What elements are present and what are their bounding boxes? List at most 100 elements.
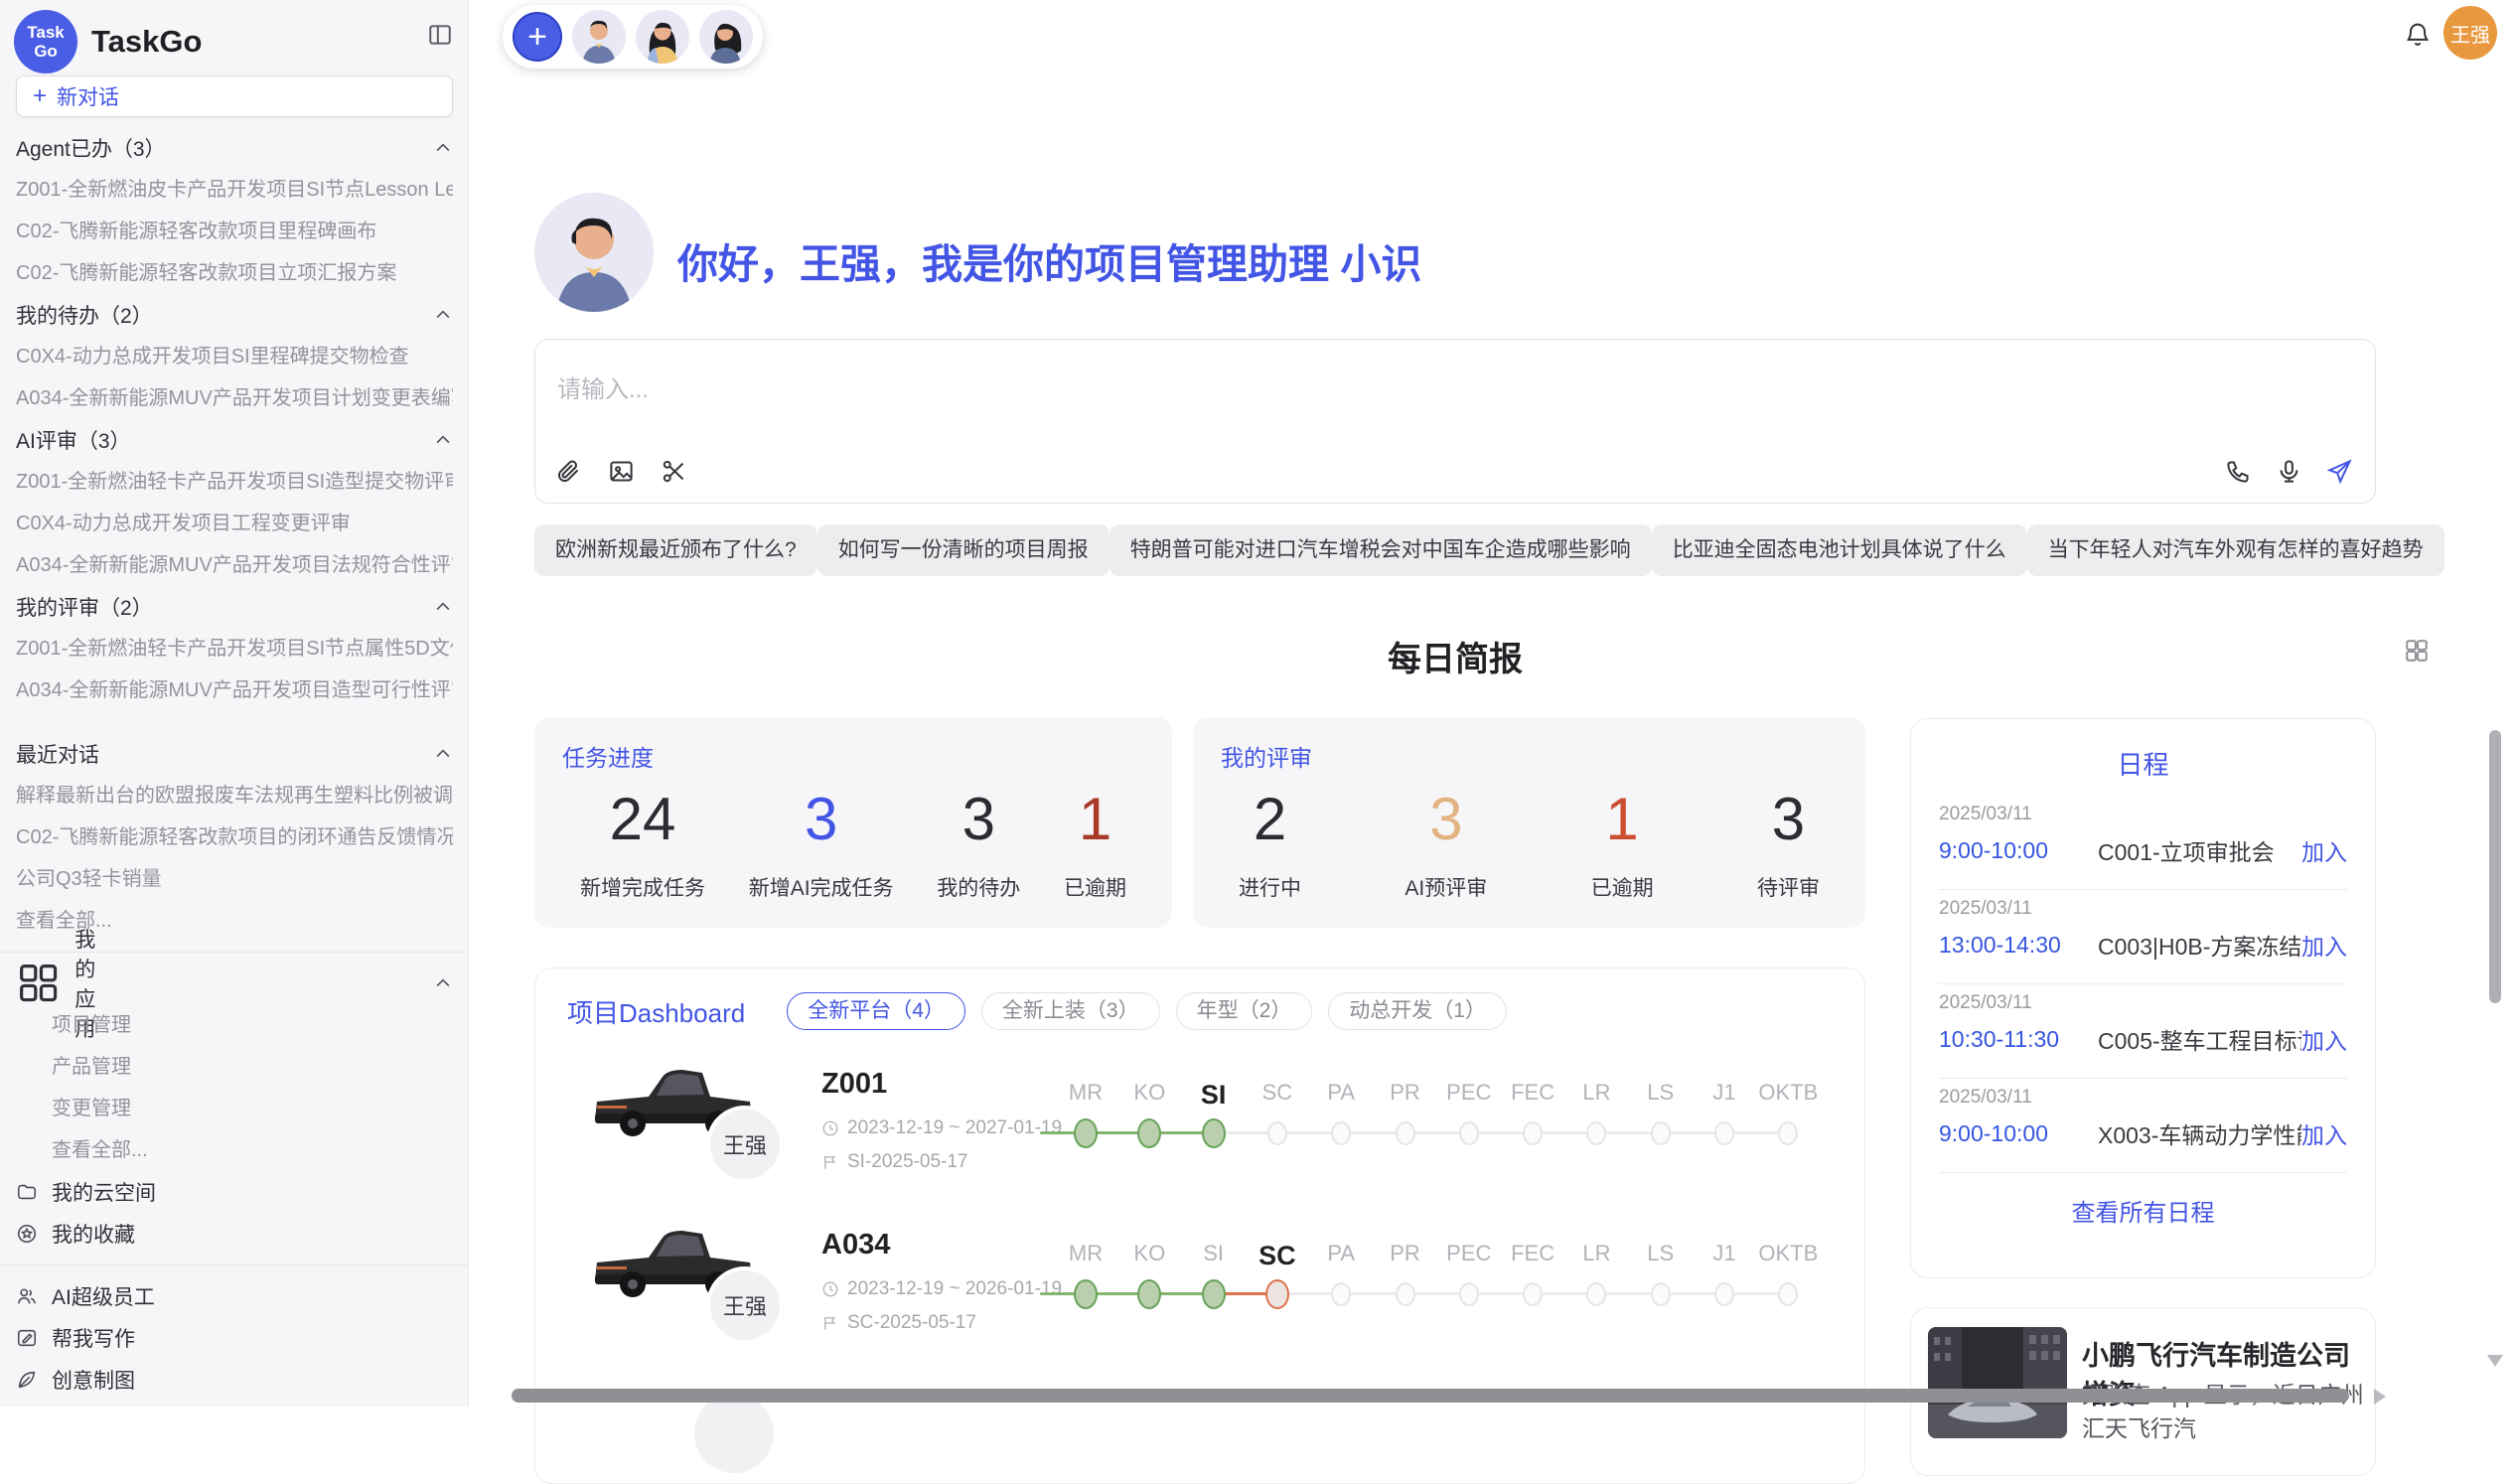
sidebar-item[interactable]: C0X4-动力总成开发项目工程变更评审	[16, 503, 453, 544]
sidebar-item[interactable]: Z001-全新燃油皮卡产品开发项目SI节点Lesson Learn报告	[16, 169, 453, 211]
milestone-dot[interactable]	[1137, 1118, 1161, 1148]
agent-avatar-1[interactable]	[572, 10, 626, 64]
milestone-dot[interactable]	[1778, 1121, 1798, 1145]
sidebar-item[interactable]: 项目管理	[16, 1004, 453, 1046]
scroll-right-arrow[interactable]	[2374, 1389, 2386, 1405]
milestone-dot[interactable]	[1137, 1279, 1161, 1309]
milestone-dot[interactable]	[1714, 1121, 1734, 1145]
milestone-dot[interactable]	[1331, 1121, 1351, 1145]
milestone-dot[interactable]	[1396, 1121, 1415, 1145]
sidebar-section-header[interactable]: 我的应用	[16, 963, 453, 1004]
milestone-dot[interactable]	[1586, 1121, 1606, 1145]
milestone-dot[interactable]	[1202, 1118, 1226, 1148]
milestone-dot[interactable]	[1074, 1118, 1098, 1148]
milestone-dot[interactable]	[1265, 1279, 1289, 1309]
milestone-dot[interactable]	[1523, 1282, 1543, 1306]
sidebar-item[interactable]: C02-飞腾新能源轻客改款项目立项汇报方案	[16, 252, 453, 294]
new-chat-button[interactable]: + 新对话	[16, 75, 453, 117]
chevron-up-icon[interactable]	[433, 973, 453, 993]
milestone-dot[interactable]	[1586, 1282, 1606, 1306]
sidebar-link-label: 我的收藏	[52, 1219, 135, 1249]
horizontal-scrollbar[interactable]	[512, 1389, 2349, 1403]
milestone-dot[interactable]	[1651, 1121, 1671, 1145]
suggestion-chip[interactable]: 欧洲新规最近颁布了什么?	[534, 524, 817, 576]
milestone-label: MR	[1053, 1080, 1118, 1106]
my-review-card: 我的评审2进行中3AI预评审1已逾期3待评审	[1193, 717, 1865, 928]
suggestion-chip[interactable]: 特朗普可能对进口汽车增税会对中国车企造成哪些影响	[1110, 524, 1652, 576]
sidebar-section-header[interactable]: 我的评审（2）	[16, 586, 453, 628]
milestone-dot[interactable]	[1523, 1121, 1543, 1145]
milestone-dot[interactable]	[1778, 1282, 1798, 1306]
chevron-up-icon[interactable]	[433, 138, 453, 158]
dashboard-tab[interactable]: 全新上装（3）	[981, 992, 1160, 1030]
vertical-scrollbar[interactable]	[2489, 730, 2501, 1003]
chevron-up-icon[interactable]	[433, 744, 453, 764]
sidebar-tool-write[interactable]: 帮我写作	[16, 1317, 453, 1359]
sidebar-divider	[0, 1264, 469, 1265]
image-icon[interactable]	[608, 458, 635, 485]
milestone-dot[interactable]	[1714, 1282, 1734, 1306]
agent-avatar-2[interactable]	[636, 10, 689, 64]
dashboard-tab[interactable]: 全新平台（4）	[787, 992, 965, 1030]
milestone-dot[interactable]	[1459, 1282, 1479, 1306]
event-join-link[interactable]: 加入	[2301, 1022, 2347, 1056]
milestone-dot[interactable]	[1331, 1282, 1351, 1306]
app-title: TaskGo	[91, 24, 202, 60]
sidebar-item[interactable]: A034-全新新能源MUV产品开发项目法规符合性评审	[16, 544, 453, 586]
send-icon[interactable]	[2326, 458, 2353, 485]
suggestion-chip[interactable]: 比亚迪全固态电池计划具体说了什么	[1652, 524, 2027, 576]
sidebar-tool-feather[interactable]: 创意制图	[16, 1359, 453, 1401]
collapse-sidebar-icon[interactable]	[427, 22, 453, 48]
sidebar-item[interactable]: C02-飞腾新能源轻客改款项目的闭环通告反馈情况	[16, 816, 453, 858]
microphone-icon[interactable]	[2276, 458, 2302, 485]
agent-avatar-3[interactable]	[699, 10, 753, 64]
view-all-schedule-link[interactable]: 查看所有日程	[1939, 1173, 2347, 1248]
milestone-dot[interactable]	[1267, 1121, 1287, 1145]
milestone-dot[interactable]	[1074, 1279, 1098, 1309]
sidebar-item[interactable]: 变更管理	[16, 1088, 453, 1129]
suggestion-chip[interactable]: 当下年轻人对汽车外观有怎样的喜好趋势	[2027, 524, 2444, 576]
dashboard-tab[interactable]: 动总开发（1）	[1328, 992, 1507, 1030]
briefing-layout-icon[interactable]	[2404, 638, 2430, 664]
sidebar-section-header[interactable]: 最近对话	[16, 733, 453, 775]
user-avatar[interactable]: 王强	[2443, 6, 2497, 60]
stat-item: 24新增完成任务	[580, 779, 705, 914]
attachment-icon[interactable]	[555, 458, 582, 485]
milestone-dot[interactable]	[1651, 1282, 1671, 1306]
sidebar-link-cloud[interactable]: 我的云空间	[16, 1171, 453, 1213]
sidebar-item[interactable]: A034-全新新能源MUV产品开发项目计划变更表编写	[16, 377, 453, 419]
sidebar-item[interactable]: 公司Q3轻卡销量	[16, 858, 453, 900]
suggestion-chip[interactable]: 如何写一份清晰的项目周报	[817, 524, 1110, 576]
sidebar-tool-people[interactable]: AI超级员工	[16, 1275, 453, 1317]
sidebar-item[interactable]: 产品管理	[16, 1046, 453, 1088]
sidebar-item[interactable]: C02-飞腾新能源轻客改款项目里程碑画布	[16, 211, 453, 252]
event-join-link[interactable]: 加入	[2301, 1116, 2347, 1150]
dashboard-tab[interactable]: 年型（2）	[1176, 992, 1313, 1030]
event-join-link[interactable]: 加入	[2301, 928, 2347, 962]
sidebar-link-star[interactable]: 我的收藏	[16, 1213, 453, 1255]
sidebar-item[interactable]: A034-全新新能源MUV产品开发项目造型可行性评审	[16, 669, 453, 711]
milestone-dot[interactable]	[1396, 1282, 1415, 1306]
event-join-link[interactable]: 加入	[2301, 833, 2347, 867]
project-row: 王强Z0012023-12-19 ~ 2027-01-19SI-2025-05-…	[535, 1054, 1866, 1213]
sidebar-item[interactable]: 解释最新出台的欧盟报废车法规再生塑料比例被调至15%...	[16, 775, 453, 816]
sidebar-item[interactable]: Z001-全新燃油轻卡产品开发项目SI造型提交物评审	[16, 461, 453, 503]
chevron-up-icon[interactable]	[433, 597, 453, 617]
phone-call-icon[interactable]	[2225, 458, 2252, 485]
add-agent-button[interactable]: +	[513, 12, 562, 62]
milestone-dot[interactable]	[1202, 1279, 1226, 1309]
chevron-up-icon[interactable]	[433, 305, 453, 325]
chat-input-box[interactable]: 请输入...	[534, 339, 2376, 504]
sidebar-section-header[interactable]: Agent已办（3）	[16, 127, 453, 169]
scissors-icon[interactable]	[661, 458, 687, 485]
notifications-bell-icon[interactable]	[2404, 20, 2432, 48]
sidebar-item[interactable]: 查看全部...	[16, 1129, 453, 1171]
sidebar-section-header[interactable]: AI评审（3）	[16, 419, 453, 461]
sidebar-item[interactable]: Z001-全新燃油轻卡产品开发项目SI节点属性5D文件评审	[16, 628, 453, 669]
milestone-label: PA	[1308, 1241, 1374, 1266]
chevron-up-icon[interactable]	[433, 430, 453, 450]
milestone-dot[interactable]	[1459, 1121, 1479, 1145]
scroll-down-arrow[interactable]	[2487, 1355, 2503, 1367]
sidebar-item[interactable]: C0X4-动力总成开发项目SI里程碑提交物检查	[16, 336, 453, 377]
sidebar-section-header[interactable]: 我的待办（2）	[16, 294, 453, 336]
